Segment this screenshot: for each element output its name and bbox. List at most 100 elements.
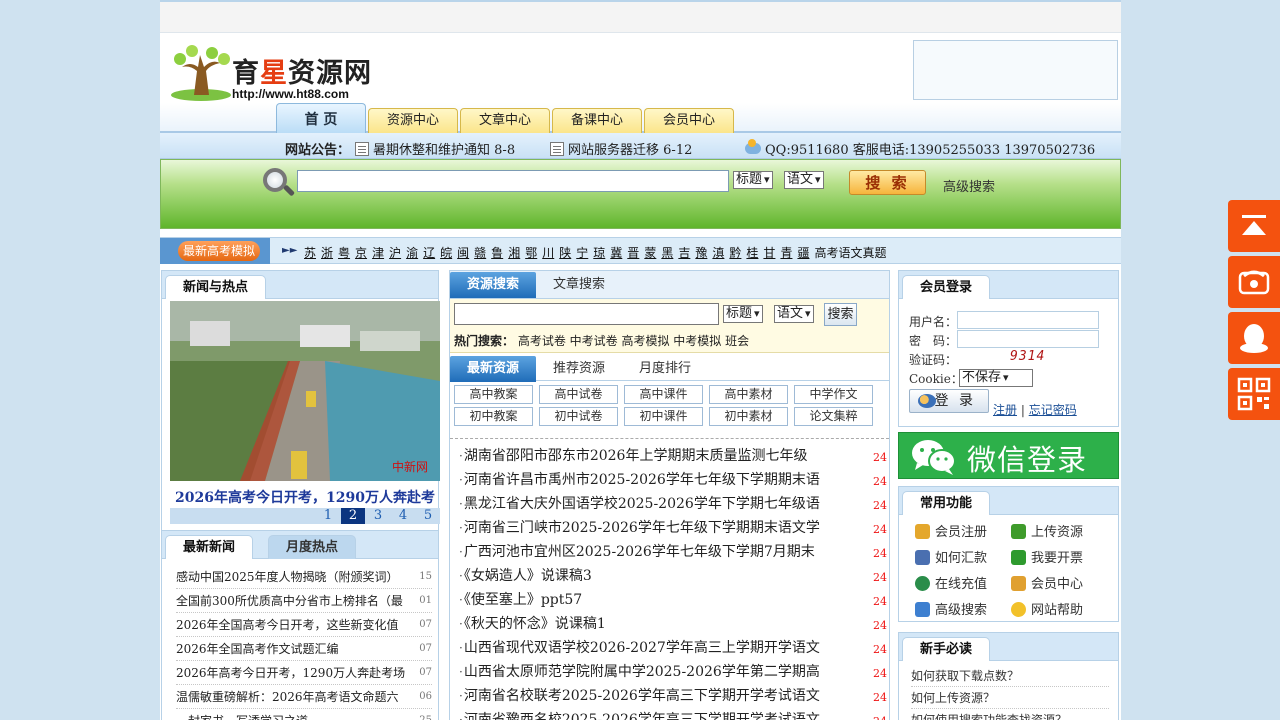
category-button[interactable]: 高中素材 <box>709 385 788 404</box>
function-link[interactable]: 如何汇款 <box>915 547 987 566</box>
cookie-select[interactable]: 不保存 <box>959 369 1033 387</box>
resource-item[interactable]: 《使至塞上》ppt57 24 <box>450 588 889 612</box>
pager-5[interactable]: 5 <box>416 508 440 524</box>
resource-item[interactable]: 山西省现代双语学校2026-2027学年高三上学期开学语文 24 <box>450 636 889 660</box>
province-link[interactable]: 黑 <box>661 246 673 260</box>
tab-news-hot[interactable]: 新闻与热点 <box>165 275 267 299</box>
site-logo[interactable]: 育星资源网 http://www.ht88.com <box>168 41 398 103</box>
headline-photo[interactable]: 中新网 <box>170 301 440 481</box>
tab-member-login[interactable]: 会员登录 <box>902 275 991 299</box>
gaokao-real-exam-link[interactable]: 高考语文真题 <box>814 246 886 260</box>
pager-1[interactable]: 1 <box>316 508 340 524</box>
province-link[interactable]: 蒙 <box>644 246 656 260</box>
province-link[interactable]: 晋 <box>627 246 639 260</box>
tab-latest-news[interactable]: 最新新闻 <box>165 535 254 559</box>
search-field-select[interactable]: 标题 <box>733 171 773 189</box>
notice-item[interactable]: 暑期休整和维护通知 8-8 <box>355 139 515 158</box>
resource-search-input[interactable] <box>454 303 719 325</box>
hot-search-terms[interactable]: 高考试卷 中考试卷 高考模拟 中考模拟 班会 <box>518 334 749 348</box>
category-button[interactable]: 初中课件 <box>624 407 703 426</box>
province-link[interactable]: 桂 <box>746 246 758 260</box>
news-item[interactable]: 全国前300所优质高中分省市上榜排名（最 01 <box>176 589 432 613</box>
resource-item[interactable]: 河南省名校联考2025-2026学年高三下学期开学考试语文 24 <box>450 684 889 708</box>
province-link[interactable]: 黔 <box>729 246 741 260</box>
province-link[interactable]: 渝 <box>406 246 418 260</box>
tab-lesson-prep[interactable]: 备课中心 <box>552 108 642 133</box>
tab-resources[interactable]: 资源中心 <box>368 108 458 133</box>
forgot-password-link[interactable]: 忘记密码 <box>1029 403 1077 417</box>
guide-link[interactable]: 如何上传资源？ <box>911 687 1109 709</box>
password-input[interactable] <box>957 330 1099 348</box>
advanced-search-link[interactable]: 高级搜索 <box>943 176 995 195</box>
category-button[interactable]: 高中教案 <box>454 385 533 404</box>
province-link[interactable]: 皖 <box>440 246 452 260</box>
category-button[interactable]: 初中试卷 <box>539 407 618 426</box>
category-button[interactable]: 论文集粹 <box>794 407 873 426</box>
qr-code-button[interactable] <box>1228 368 1280 420</box>
category-button[interactable]: 高中课件 <box>624 385 703 404</box>
category-button[interactable]: 初中素材 <box>709 407 788 426</box>
tab-beginner-guide[interactable]: 新手必读 <box>902 637 991 661</box>
province-link[interactable]: 豫 <box>695 246 707 260</box>
phone-button[interactable] <box>1228 256 1280 308</box>
tab-latest-resources[interactable]: 最新资源 <box>450 356 537 382</box>
tab-recommended[interactable]: 推荐资源 <box>553 356 605 382</box>
news-item[interactable]: 2026年全国高考今日开考，这些新变化值 07 <box>176 613 432 637</box>
function-link[interactable]: 网站帮助 <box>1011 599 1083 618</box>
pager-4[interactable]: 4 <box>391 508 415 524</box>
province-link[interactable]: 宁 <box>576 246 588 260</box>
search-button[interactable]: 搜 索 <box>849 170 926 195</box>
province-link[interactable]: 吉 <box>678 246 690 260</box>
username-input[interactable] <box>957 311 1099 329</box>
province-link[interactable]: 鲁 <box>491 246 503 260</box>
resource-item[interactable]: 《秋天的怀念》说课稿1 24 <box>450 612 889 636</box>
tab-members[interactable]: 会员中心 <box>644 108 734 133</box>
back-to-top-button[interactable] <box>1228 200 1280 252</box>
captcha-image[interactable]: 9314 <box>1010 349 1045 364</box>
function-link[interactable]: 会员中心 <box>1011 573 1083 592</box>
tab-monthly-hot[interactable]: 月度热点 <box>268 535 357 559</box>
category-button[interactable]: 高中试卷 <box>539 385 618 404</box>
province-link[interactable]: 滇 <box>712 246 724 260</box>
province-link[interactable]: 疆 <box>797 246 809 260</box>
guide-link[interactable]: 如何使用搜索功能查找资源？ <box>911 709 1109 720</box>
function-link[interactable]: 在线充值 <box>915 573 987 592</box>
province-link[interactable]: 沪 <box>389 246 401 260</box>
province-link[interactable]: 辽 <box>423 246 435 260</box>
resource-item[interactable]: 河南省豫西名校2025-2026学年高三下学期开学考试语文 24 <box>450 708 889 720</box>
function-link[interactable]: 高级搜索 <box>915 599 987 618</box>
province-link[interactable]: 陕 <box>559 246 571 260</box>
pager-2[interactable]: 2 <box>341 508 365 524</box>
resource-search-button[interactable]: 搜索 <box>824 303 857 326</box>
resource-item[interactable]: 湖南省邵阳市邵东市2026年上学期期末质量监测七年级 24 <box>450 444 889 468</box>
province-link[interactable]: 粤 <box>338 246 350 260</box>
tab-monthly-rank[interactable]: 月度排行 <box>639 356 691 382</box>
category-button[interactable]: 中学作文 <box>794 385 873 404</box>
resource-item[interactable]: 河南省许昌市禹州市2025-2026学年七年级下学期期末语 24 <box>450 468 889 492</box>
province-link[interactable]: 闽 <box>457 246 469 260</box>
news-item[interactable]: 一封家书，写透学习之道 25 <box>176 709 432 720</box>
tab-common-functions[interactable]: 常用功能 <box>902 491 991 515</box>
pager-3[interactable]: 3 <box>366 508 390 524</box>
tab-articles[interactable]: 文章中心 <box>460 108 550 133</box>
tab-article-search[interactable]: 文章搜索 <box>553 272 605 298</box>
resource-subject-select[interactable]: 语文 <box>774 305 814 323</box>
news-item[interactable]: 感动中国2025年度人物揭晓（附颁奖词） 15 <box>176 565 432 589</box>
qq-button[interactable] <box>1228 312 1280 364</box>
province-link[interactable]: 青 <box>780 246 792 260</box>
province-link[interactable]: 津 <box>372 246 384 260</box>
category-button[interactable]: 初中教案 <box>454 407 533 426</box>
resource-item[interactable]: 河南省三门峡市2025-2026学年七年级下学期期末语文学 24 <box>450 516 889 540</box>
resource-item[interactable]: 《女娲造人》说课稿3 24 <box>450 564 889 588</box>
province-link[interactable]: 湘 <box>508 246 520 260</box>
news-item[interactable]: 温儒敏重磅解析：2026年高考语文命题六 06 <box>176 685 432 709</box>
province-link[interactable]: 冀 <box>610 246 622 260</box>
resource-item[interactable]: 黑龙江省大庆外国语学校2025-2026学年下学期七年级语 24 <box>450 492 889 516</box>
news-item[interactable]: 2026年高考今日开考，1290万人奔赴考场 07 <box>176 661 432 685</box>
province-link[interactable]: 浙 <box>321 246 333 260</box>
function-link[interactable]: 上传资源 <box>1011 521 1083 540</box>
register-link[interactable]: 注册 <box>993 403 1017 417</box>
province-link[interactable]: 川 <box>542 246 554 260</box>
search-subject-select[interactable]: 语文 <box>784 171 824 189</box>
province-link[interactable]: 甘 <box>763 246 775 260</box>
